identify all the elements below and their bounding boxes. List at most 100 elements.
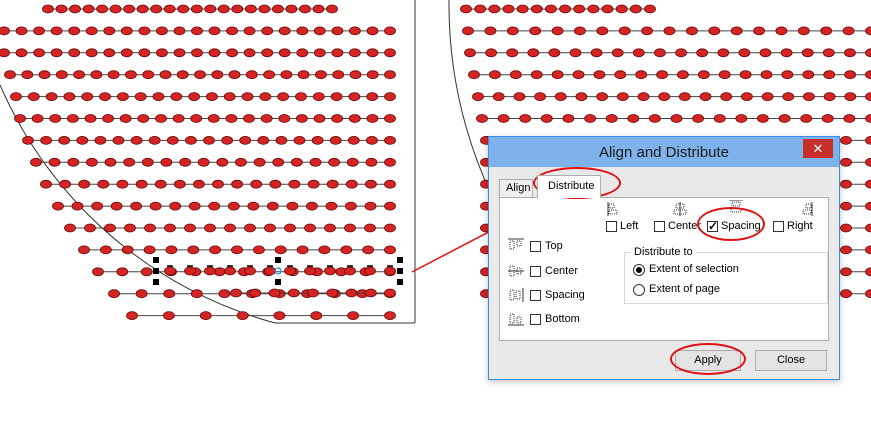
seat[interactable]	[384, 48, 396, 58]
seat[interactable]	[348, 114, 361, 123]
seat[interactable]	[91, 201, 103, 211]
seat[interactable]	[295, 92, 307, 101]
seat[interactable]	[68, 48, 81, 58]
seat[interactable]	[99, 92, 111, 101]
seat[interactable]	[344, 223, 356, 233]
seat[interactable]	[250, 179, 263, 189]
seat[interactable]	[760, 70, 773, 80]
seat[interactable]	[272, 157, 285, 167]
seat[interactable]	[31, 114, 44, 123]
seat[interactable]	[249, 288, 262, 298]
seat[interactable]	[218, 289, 231, 299]
seat[interactable]	[605, 114, 618, 123]
seat[interactable]	[365, 157, 378, 167]
seat[interactable]	[130, 201, 143, 211]
seat[interactable]	[55, 70, 68, 80]
seat[interactable]	[261, 48, 274, 58]
seat[interactable]	[349, 70, 362, 80]
tab-align[interactable]: Align	[499, 179, 533, 197]
seat[interactable]	[530, 4, 543, 14]
seat[interactable]	[328, 157, 341, 167]
seat[interactable]	[170, 92, 183, 101]
seat[interactable]	[347, 311, 360, 321]
seat[interactable]	[85, 48, 98, 58]
seat[interactable]	[761, 92, 774, 101]
seat[interactable]	[844, 92, 857, 101]
seat[interactable]	[103, 26, 116, 36]
seat-row[interactable]	[460, 4, 656, 14]
seat[interactable]	[184, 135, 197, 145]
seat-row[interactable]	[840, 223, 871, 233]
seat[interactable]	[865, 92, 871, 101]
seat[interactable]	[268, 288, 281, 298]
seat-row[interactable]	[126, 311, 396, 321]
seat[interactable]	[802, 70, 815, 80]
seat[interactable]	[474, 4, 487, 14]
seat[interactable]	[85, 26, 98, 36]
seat[interactable]	[865, 70, 871, 80]
seat[interactable]	[346, 157, 359, 167]
seat[interactable]	[217, 4, 230, 14]
seat[interactable]	[569, 48, 582, 58]
seat[interactable]	[366, 48, 379, 58]
seat[interactable]	[616, 92, 629, 101]
seat[interactable]	[67, 114, 79, 123]
seat[interactable]	[261, 26, 274, 36]
seat[interactable]	[207, 114, 220, 123]
seat[interactable]	[234, 157, 247, 167]
seat[interactable]	[364, 288, 377, 298]
seat[interactable]	[226, 48, 239, 58]
seat[interactable]	[366, 92, 379, 101]
seat[interactable]	[269, 179, 282, 189]
seat[interactable]	[42, 4, 54, 14]
seat-row[interactable]	[0, 26, 396, 36]
seat[interactable]	[738, 48, 751, 58]
seat[interactable]	[823, 92, 836, 101]
seat[interactable]	[641, 26, 653, 36]
selected-seat[interactable]	[264, 266, 276, 276]
seat[interactable]	[40, 135, 52, 145]
seat[interactable]	[277, 92, 290, 101]
seat[interactable]	[331, 48, 344, 58]
seat[interactable]	[601, 4, 614, 14]
seat[interactable]	[0, 26, 10, 36]
seat[interactable]	[590, 48, 603, 58]
seat[interactable]	[86, 157, 98, 167]
seat[interactable]	[73, 70, 85, 80]
seat[interactable]	[312, 4, 325, 14]
seat[interactable]	[325, 201, 338, 211]
seat[interactable]	[840, 289, 852, 299]
seat[interactable]	[243, 26, 256, 36]
seat[interactable]	[513, 92, 526, 101]
seat-row[interactable]	[14, 114, 396, 123]
seat[interactable]	[840, 201, 852, 211]
seat[interactable]	[92, 267, 104, 277]
seat[interactable]	[241, 92, 254, 101]
extent-of-page-radio[interactable]	[633, 284, 645, 296]
seat[interactable]	[120, 26, 133, 36]
seat[interactable]	[112, 135, 125, 145]
seat[interactable]	[288, 179, 301, 189]
seat[interactable]	[94, 135, 107, 145]
seat[interactable]	[187, 245, 200, 255]
seat[interactable]	[81, 92, 94, 101]
selected-seat[interactable]	[364, 266, 376, 276]
seat[interactable]	[596, 92, 608, 101]
seat[interactable]	[260, 114, 273, 123]
seat[interactable]	[488, 70, 501, 80]
seat[interactable]	[135, 179, 148, 189]
seat[interactable]	[110, 201, 123, 211]
seat[interactable]	[551, 26, 564, 36]
seat[interactable]	[629, 4, 642, 14]
seat[interactable]	[296, 48, 309, 58]
seat[interactable]	[797, 26, 810, 36]
seat[interactable]	[243, 48, 256, 58]
seat[interactable]	[192, 179, 205, 189]
seat[interactable]	[177, 4, 190, 14]
seat[interactable]	[204, 223, 216, 233]
seat[interactable]	[33, 26, 45, 36]
seat[interactable]	[107, 70, 120, 80]
seat[interactable]	[45, 92, 58, 101]
seat[interactable]	[264, 223, 276, 233]
seat[interactable]	[138, 26, 151, 36]
